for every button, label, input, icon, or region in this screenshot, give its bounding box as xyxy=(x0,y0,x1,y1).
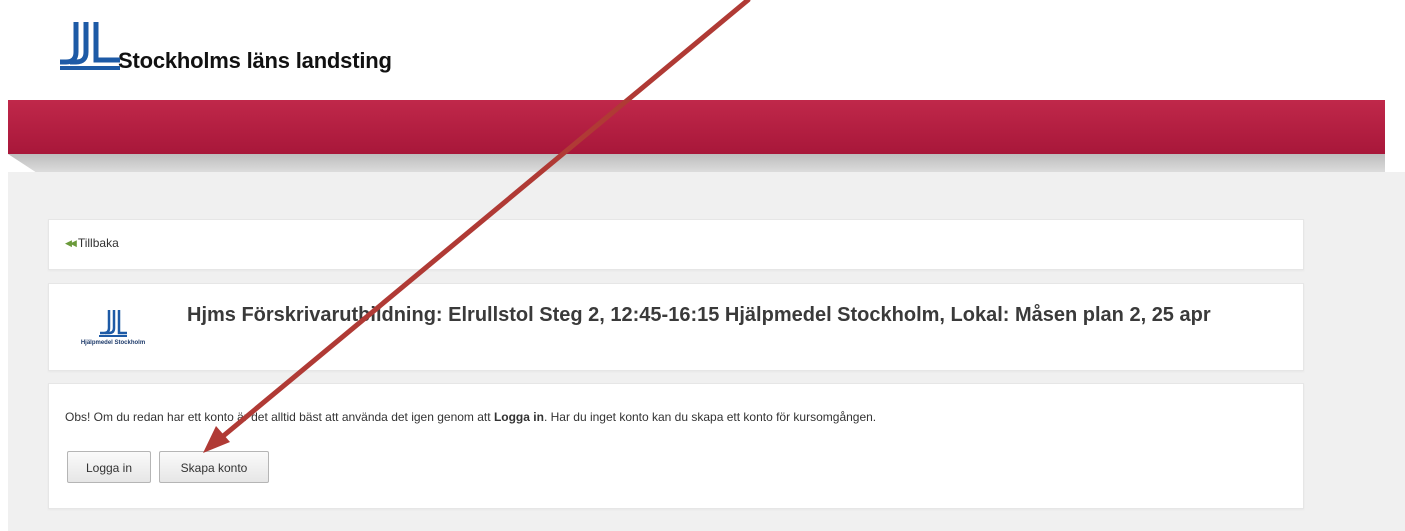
login-card: Obs! Om du redan har ett konto är det al… xyxy=(48,383,1304,509)
notice-text-after: . Har du inget konto kan du skapa ett ko… xyxy=(543,410,877,424)
back-card: ◀◀ Tillbaka xyxy=(48,219,1304,270)
site-logo[interactable]: Stockholms läns landsting xyxy=(60,14,392,74)
back-link[interactable]: ◀◀ Tillbaka xyxy=(65,236,119,250)
create-account-button[interactable]: Skapa konto xyxy=(159,451,269,483)
back-label: Tillbaka xyxy=(77,236,119,250)
notice-text-before: Obs! Om du redan har ett konto är det al… xyxy=(65,410,494,424)
hjalpmedel-logo-icon: Hjälpmedel Stockholm xyxy=(81,310,145,346)
notice-text-bold: Logga in xyxy=(493,410,544,424)
sll-logo-icon xyxy=(60,22,120,70)
org-name: Stockholms läns landsting xyxy=(118,48,392,73)
double-left-arrow-icon: ◀◀ xyxy=(65,237,77,248)
login-button[interactable]: Logga in xyxy=(67,451,151,483)
login-notice: Obs! Om du redan har ett konto är det al… xyxy=(65,410,876,424)
header-banner xyxy=(8,100,1385,154)
course-title: Hjms Förskrivarutbildning: Elrullstol St… xyxy=(187,304,1211,326)
course-logo-text: Hjälpmedel Stockholm xyxy=(81,340,145,346)
course-card: Hjälpmedel Stockholm Hjms Förskrivarutbi… xyxy=(48,283,1304,371)
banner-shadow xyxy=(8,154,1385,172)
